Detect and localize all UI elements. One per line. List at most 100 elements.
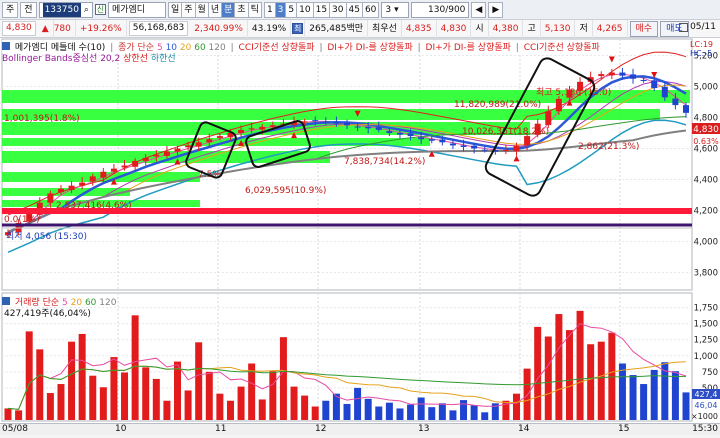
candle-body <box>524 136 531 146</box>
tab-minute[interactable]: 분 <box>221 1 235 18</box>
chevron-down-icon: ▾ <box>394 4 399 15</box>
time-label: 15:30 <box>692 424 718 434</box>
credit-checkbox[interactable]: 신 <box>94 4 106 15</box>
toolbar-button-all[interactable]: 전 <box>20 1 37 18</box>
volume-bar <box>481 412 489 420</box>
candle-body <box>418 137 425 140</box>
chart-canvas[interactable]: 최고 5,130 (15:0) 최저 4,056 (15:30) 11,820,… <box>0 38 720 435</box>
volume-bar <box>460 400 468 420</box>
tab-day[interactable]: 일 <box>167 1 182 18</box>
checkbox-icon[interactable] <box>679 22 689 32</box>
volume-axis-tick: 1,000 <box>694 352 718 362</box>
volume-bar <box>375 406 383 420</box>
volume-bar <box>555 314 563 420</box>
volume-legend-ma-120[interactable]: 120 <box>96 298 116 308</box>
candle-body <box>354 126 361 128</box>
buy-button[interactable]: 매수 <box>629 20 659 37</box>
legend-checkbox-icon[interactable] <box>2 42 10 50</box>
legend-bollinger[interactable]: Bollinger Bands중심선 20,2 <box>2 54 120 64</box>
interval-value: 3 <box>385 4 392 15</box>
stock-name-field[interactable]: 메가엠디 <box>107 1 166 18</box>
volume-bar <box>650 369 658 420</box>
tab-tick[interactable]: 틱 <box>247 1 262 18</box>
current-volume-tag-text: 427,4 <box>695 390 718 399</box>
candle-body <box>502 150 509 152</box>
toolbar-button-week[interactable]: 주 <box>2 1 19 18</box>
tab-year[interactable]: 년 <box>207 1 222 18</box>
legend-upper[interactable]: 상한선 <box>123 54 148 64</box>
stock-code-value: 133750 <box>42 2 81 17</box>
legend-ma-20[interactable]: 20 <box>177 43 191 53</box>
tab-second[interactable]: 초 <box>234 1 248 18</box>
corner-info: LC:19 HC:-5 <box>690 40 713 58</box>
volume-bar <box>671 371 679 420</box>
minute-button-15[interactable]: 15 <box>312 1 330 18</box>
volume-bar <box>301 395 309 420</box>
candle-body <box>672 98 679 106</box>
volume-bar <box>417 397 425 420</box>
volume-bar <box>184 390 192 420</box>
candle-body <box>545 111 552 125</box>
legend-ma-120[interactable]: 120 <box>206 43 226 53</box>
stock-code-field[interactable]: 133750 ⌕ <box>38 1 93 18</box>
volume-bar <box>46 393 54 420</box>
candle-body <box>449 143 456 146</box>
minute-button-30[interactable]: 30 <box>329 1 346 18</box>
legend-indicator-3[interactable]: DI+가 DI-를 상향돌파 <box>426 43 511 53</box>
volume-bar <box>110 357 118 420</box>
count-field[interactable]: 130/900 <box>411 1 470 18</box>
volume-value: 56,168,683 <box>128 21 189 36</box>
volume-bar <box>428 407 436 420</box>
volume-legend-value: 427,419주(46,04%) <box>4 309 91 319</box>
chevron-right-icon[interactable]: ▶ <box>488 1 504 18</box>
legend-indicator-1[interactable]: CCI기준선 상향돌파 <box>239 43 315 53</box>
legend-checkbox-icon[interactable] <box>2 297 10 305</box>
candle-body <box>57 188 64 193</box>
volume-bar <box>449 410 457 420</box>
candle-body <box>238 129 245 133</box>
price-axis-tick: 4,600 <box>694 145 718 155</box>
volume-bar <box>4 408 12 420</box>
volume-bar <box>544 336 552 420</box>
candle-body <box>651 80 658 89</box>
volume-bar <box>364 398 372 420</box>
volume-bar <box>15 410 23 420</box>
volume-bar <box>216 393 224 420</box>
minute-button-45[interactable]: 45 <box>345 1 362 18</box>
candle-body <box>683 105 689 113</box>
volume-bar <box>36 349 44 420</box>
volume-bar <box>99 387 107 420</box>
tab-week[interactable]: 주 <box>181 1 195 18</box>
minute-button-3[interactable]: 3 <box>274 1 286 18</box>
volume-bar <box>534 326 542 420</box>
corner-lc: LC:19 <box>690 40 713 49</box>
date-axis: 05/08 10 11 12 13 14 15 15:30 <box>0 423 720 435</box>
candle-body <box>206 139 213 143</box>
volume-bar <box>258 399 266 420</box>
minute-button-5[interactable]: 5 <box>285 1 297 18</box>
volume-bar <box>640 384 648 420</box>
search-icon[interactable]: ⌕ <box>84 3 89 17</box>
minute-button-60[interactable]: 60 <box>361 1 380 18</box>
tab-month[interactable]: 월 <box>194 1 208 18</box>
minute-button-10[interactable]: 10 <box>296 1 313 18</box>
open-price: 4,380 <box>489 19 524 38</box>
volume-bar <box>226 400 234 420</box>
candle-body <box>365 126 372 129</box>
minute-button-1[interactable]: 1 <box>263 1 275 18</box>
legend-indicator-2[interactable]: DI+가 DI-를 상향돌파 <box>327 43 412 53</box>
legend-ma-60[interactable]: 60 <box>191 43 205 53</box>
chevron-left-icon[interactable]: ◀ <box>471 1 487 18</box>
volume-annotation-4: 6,029,595(10.9%) <box>245 186 326 196</box>
volume-bar <box>237 386 245 420</box>
volume-bar <box>89 375 97 420</box>
volume-bar <box>576 310 584 420</box>
volume-bar <box>343 403 351 420</box>
volume-annotation-5: 1,001,395(1.8%) <box>4 114 80 124</box>
legend-lower[interactable]: 하한선 <box>151 54 176 64</box>
interval-select[interactable]: 3 ▾ <box>381 1 410 18</box>
best-label[interactable]: 최 <box>292 22 304 34</box>
legend-indicator-4[interactable]: CCI기준선 상향돌파 <box>524 43 600 53</box>
candle-body <box>89 176 96 182</box>
candle-body <box>142 157 149 161</box>
